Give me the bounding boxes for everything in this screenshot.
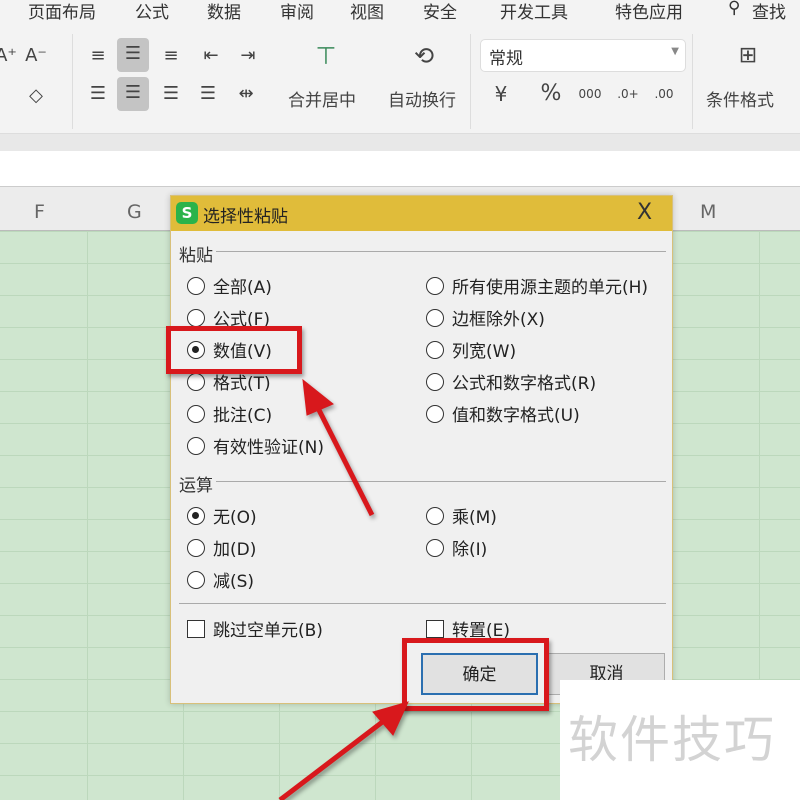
auto-wrap-button[interactable]: 自动换行 — [388, 86, 456, 111]
radio-paste-source-theme[interactable]: 所有使用源主题的单元(H) — [426, 273, 648, 298]
radio-op-subtract[interactable]: 减(S) — [187, 567, 254, 592]
divider — [470, 34, 471, 129]
wrap-text-icon[interactable]: ⟲ — [408, 40, 440, 74]
ribbon-bottom-strip — [0, 134, 800, 151]
increase-decimal-button[interactable]: .0+ — [612, 78, 644, 112]
annotation-highlight-values — [166, 326, 302, 374]
paste-special-dialog: S 选择性粘贴 X 粘贴 全部(A) 公式(F) 数值(V) 格式(T) 批注(… — [170, 195, 673, 704]
menu-special[interactable]: 特色应用 — [615, 0, 683, 23]
thousands-button[interactable]: 000 — [574, 78, 606, 112]
watermark-box: 软件技巧 — [560, 680, 800, 800]
watermark-text: 软件技巧 — [568, 711, 776, 769]
column-header-g[interactable]: G — [127, 201, 142, 223]
menu-formula[interactable]: 公式 — [135, 0, 169, 23]
radio-paste-all[interactable]: 全部(A) — [187, 273, 272, 298]
align-middle-icon[interactable]: ☰ — [117, 38, 149, 72]
merge-center-icon[interactable]: ⊤ — [310, 40, 342, 74]
radio-op-divide[interactable]: 除(I) — [426, 535, 487, 560]
formula-bar[interactable] — [0, 151, 800, 187]
font-increase-icon[interactable]: A⁺ — [0, 40, 22, 74]
chevron-down-icon: ▼ — [671, 46, 679, 57]
menu-review[interactable]: 审阅 — [280, 0, 314, 23]
divider — [216, 481, 666, 482]
eraser-icon[interactable]: ◇ — [20, 80, 52, 114]
number-format-select[interactable]: 常规 ▼ — [480, 39, 686, 72]
operation-section-label: 运算 — [179, 476, 213, 496]
conditional-format-button[interactable]: 条件格式 — [706, 86, 774, 111]
number-format-value: 常规 — [489, 49, 523, 69]
radio-paste-validation[interactable]: 有效性验证(N) — [187, 433, 324, 458]
align-right-icon[interactable]: ☰ — [155, 78, 187, 112]
align-center-icon[interactable]: ☰ — [117, 77, 149, 111]
divider — [216, 251, 666, 252]
divider — [692, 34, 693, 129]
percent-button[interactable]: % — [535, 78, 567, 112]
align-top-icon[interactable]: ≡ — [82, 40, 114, 74]
menu-view[interactable]: 视图 — [350, 0, 384, 23]
checkbox-skip-blanks[interactable]: 跳过空单元(B) — [187, 616, 323, 641]
outdent-icon[interactable]: ⇤ — [195, 40, 227, 74]
radio-paste-formulas-numbers[interactable]: 公式和数字格式(R) — [426, 369, 596, 394]
close-icon[interactable]: X — [637, 200, 652, 225]
merge-center-button[interactable]: 合并居中 — [288, 86, 356, 111]
ribbon: A⁺ A⁻ ◇ ≡ ☰ ≡ ⇤ ⇥ ☰ ☰ ☰ ☰ ⇹ ⊤ 合并居中 ⟲ 自动换… — [0, 24, 800, 134]
menu-security[interactable]: 安全 — [423, 0, 457, 23]
dialog-title-bar[interactable]: S 选择性粘贴 X — [171, 196, 672, 231]
align-bottom-icon[interactable]: ≡ — [155, 40, 187, 74]
indent-icon[interactable]: ⇥ — [232, 40, 264, 74]
paste-section-label: 粘贴 — [179, 246, 213, 266]
align-left-icon[interactable]: ☰ — [82, 78, 114, 112]
search-icon[interactable]: ⚲ — [728, 0, 740, 18]
column-header-m[interactable]: M — [700, 201, 716, 223]
currency-icon[interactable]: ¥ — [485, 78, 517, 112]
column-header-f[interactable]: F — [34, 201, 45, 223]
radio-paste-no-borders[interactable]: 边框除外(X) — [426, 305, 545, 330]
divider — [72, 34, 73, 129]
app-logo-icon: S — [176, 202, 198, 224]
radio-op-multiply[interactable]: 乘(M) — [426, 503, 497, 528]
menu-data[interactable]: 数据 — [207, 0, 241, 23]
divider — [179, 603, 666, 604]
justify-icon[interactable]: ☰ — [192, 78, 224, 112]
radio-paste-values-numbers[interactable]: 值和数字格式(U) — [426, 401, 580, 426]
radio-op-none[interactable]: 无(O) — [187, 503, 257, 528]
radio-paste-comments[interactable]: 批注(C) — [187, 401, 272, 426]
radio-paste-column-widths[interactable]: 列宽(W) — [426, 337, 516, 362]
annotation-highlight-ok — [402, 638, 549, 711]
distributed-icon[interactable]: ⇹ — [230, 78, 262, 112]
decrease-decimal-button[interactable]: .00 — [648, 78, 680, 112]
menu-bar: 页面布局 公式 数据 审阅 视图 安全 开发工具 特色应用 ⚲ 查找命 — [0, 0, 800, 48]
radio-op-add[interactable]: 加(D) — [187, 535, 256, 560]
menu-page-layout[interactable]: 页面布局 — [28, 0, 96, 23]
font-decrease-icon[interactable]: A⁻ — [20, 40, 52, 74]
menu-developer[interactable]: 开发工具 — [500, 0, 568, 23]
conditional-format-icon[interactable]: ⊞ — [732, 40, 764, 74]
dialog-title: 选择性粘贴 — [203, 207, 288, 227]
